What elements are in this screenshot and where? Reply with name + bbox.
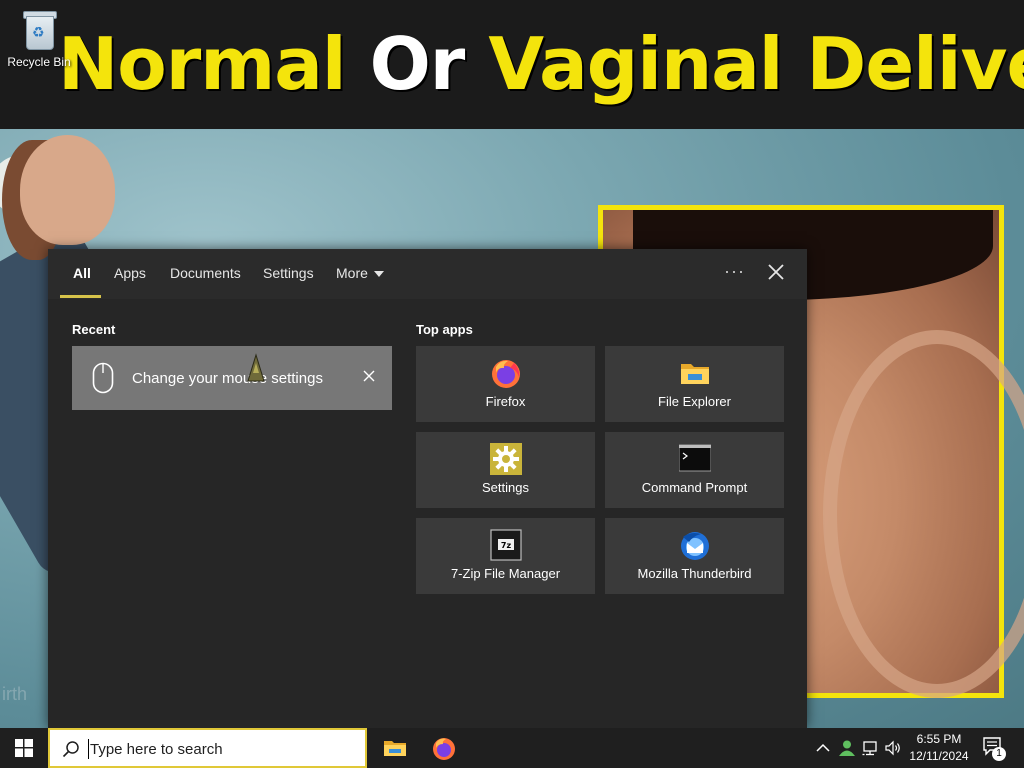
tab-more-label: More (336, 265, 368, 281)
folder-icon (384, 741, 406, 756)
ellipsis-icon[interactable]: ··· (724, 261, 745, 282)
search-icon (62, 741, 79, 758)
recycle-bin-icon: ♻ (20, 8, 58, 50)
mouse-icon (92, 362, 114, 394)
taskbar-firefox[interactable] (420, 728, 468, 768)
top-app-file-explorer[interactable]: File Explorer (605, 346, 784, 422)
top-app-label: 7-Zip File Manager (450, 566, 561, 581)
remove-recent-close-icon[interactable] (363, 370, 375, 382)
wallpaper-corner-text: irth (2, 684, 28, 704)
start-button[interactable] (0, 728, 48, 768)
recent-heading: Recent (72, 322, 116, 337)
top-app-label: Firefox (485, 394, 526, 409)
wallpaper-title-part3: Vaginal Delivery (488, 22, 1024, 106)
notification-count-badge: 1 (992, 747, 1006, 761)
start-search-panel: All Apps Documents Settings More ··· Rec… (48, 249, 807, 728)
top-app-thunderbird[interactable]: Mozilla Thunderbird (605, 518, 784, 594)
search-tabs-bar: All Apps Documents Settings More ··· (48, 249, 807, 299)
close-icon[interactable] (766, 262, 786, 282)
taskbar-clock[interactable]: 6:55 PM 12/11/2024 (900, 731, 978, 765)
clock-date: 12/11/2024 (909, 749, 969, 763)
windows-logo-icon (15, 739, 33, 757)
gear-icon (490, 443, 522, 475)
wallpaper-illustration-swirl (823, 330, 1024, 698)
top-app-label: File Explorer (658, 394, 731, 409)
network-icon[interactable] (862, 739, 880, 757)
top-app-label: Mozilla Thunderbird (637, 566, 752, 581)
wallpaper-title-part2: Or (369, 22, 489, 106)
desktop-icon-recycle-bin[interactable]: ♻ Recycle Bin (6, 6, 72, 69)
wallpaper-title-part1: Normal (58, 22, 370, 106)
tab-more[interactable]: More (336, 265, 384, 281)
firefox-icon (492, 360, 520, 388)
top-app-label: Settings (482, 480, 529, 495)
thunderbird-icon (681, 532, 709, 560)
svg-text:7z: 7z (501, 541, 512, 550)
recent-item-mouse-settings[interactable]: Change your mouse settings (72, 346, 392, 410)
top-app-settings[interactable]: Settings (416, 432, 595, 508)
7zip-icon: 7z (490, 529, 522, 561)
top-app-firefox[interactable]: Firefox (416, 346, 595, 422)
folder-icon (681, 364, 709, 384)
taskbar-file-explorer[interactable] (371, 728, 419, 768)
firefox-icon (433, 738, 455, 760)
clock-time: 6:55 PM (916, 732, 962, 746)
search-placeholder: Type here to search (90, 741, 223, 758)
top-app-command-prompt[interactable]: Command Prompt (605, 432, 784, 508)
active-tab-indicator (60, 295, 101, 298)
tab-settings[interactable]: Settings (263, 265, 314, 281)
tab-documents[interactable]: Documents (170, 265, 241, 281)
recycle-bin-label: Recycle Bin (7, 55, 71, 69)
terminal-icon (679, 444, 711, 472)
tab-all[interactable]: All (73, 265, 91, 281)
wallpaper-banner: Normal Or Vaginal Delivery (0, 0, 1024, 129)
recent-item-label: Change your mouse settings (132, 370, 323, 387)
tab-apps[interactable]: Apps (114, 265, 146, 281)
top-app-label: Command Prompt (641, 480, 748, 495)
text-caret (88, 739, 89, 759)
caret-down-icon (373, 271, 384, 278)
mouse-pointer-icon (247, 353, 265, 382)
notification-center-button[interactable]: 1 (980, 734, 1008, 762)
wallpaper-head (20, 135, 115, 245)
wallpaper-title: Normal Or Vaginal Delivery (58, 14, 1024, 114)
taskbar-search-box[interactable]: Type here to search (48, 728, 367, 768)
user-icon[interactable] (838, 739, 856, 757)
top-apps-heading: Top apps (416, 322, 473, 337)
chevron-up-icon[interactable] (814, 739, 832, 757)
top-app-7zip[interactable]: 7z 7-Zip File Manager (416, 518, 595, 594)
